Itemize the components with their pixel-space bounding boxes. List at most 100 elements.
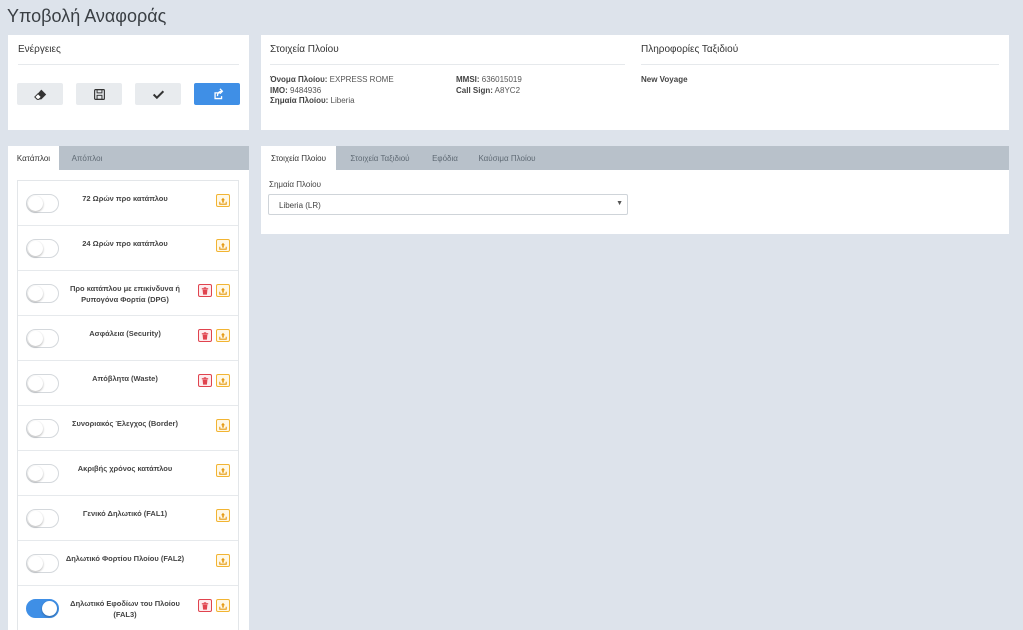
tab-vessel-details[interactable]: Στοιχεία Πλοίου [261,146,336,170]
vessel-callsign-label: Call Sign: [456,85,493,95]
actions-title: Ενέργειες [18,44,61,55]
report-label: 72 Ωρών προ κατάπλου [82,194,168,203]
actions-divider [18,64,239,65]
vessel-details: Όνομα Πλοίου: EXPRESS ROME IMO: 9484936 … [270,75,394,107]
vessel-card: Στοιχεία Πλοίου Πληροφορίες Ταξιδιού Όνο… [261,35,1009,130]
upload-icon [219,287,227,295]
tab-departures[interactable]: Απόπλοι [59,146,115,170]
upload-icon [219,422,227,430]
report-row: Γενικό Δηλωτικό (FAL1) [18,496,238,541]
report-row: Δηλωτικό Φορτίου Πλοίου (FAL2) [18,541,238,586]
vessel-flag-value: Liberia [328,96,355,105]
report-label: Συνοριακός Έλεγχος (Border) [72,419,178,428]
toggle-knob [42,601,57,616]
submit-button[interactable] [194,83,240,105]
form-tabbar: Στοιχεία Πλοίου Στοιχεία Ταξιδιού Εφόδια… [261,146,1009,170]
check-icon [152,90,164,99]
eraser-button[interactable] [17,83,63,105]
voyage-details: New Voyage [641,75,688,86]
trash-icon [201,376,209,385]
upload-button[interactable] [216,374,230,387]
vessel-mmsi-value: 636015019 [479,75,522,84]
report-toggle[interactable] [26,284,59,303]
voyage-divider [641,64,999,65]
validate-button[interactable] [135,83,181,105]
vessel-title: Στοιχεία Πλοίου [270,44,339,55]
report-toggle[interactable] [26,464,59,483]
vessel-flag-label: Σημαία Πλοίου: [270,96,329,105]
toggle-knob [28,511,43,526]
upload-button[interactable] [216,599,230,612]
report-row: Απόβλητα (Waste) [18,361,238,406]
upload-icon [219,332,227,340]
eraser-icon [33,89,46,100]
upload-icon [219,242,227,250]
share-icon [213,87,223,99]
report-toggle[interactable] [26,599,59,618]
delete-button[interactable] [198,599,212,612]
report-label: 24 Ωρών προ κατάπλου [82,239,168,248]
report-row: Συνοριακός Έλεγχος (Border) [18,406,238,451]
report-label: Γενικό Δηλωτικό (FAL1) [82,509,168,518]
report-toggle[interactable] [26,554,59,573]
report-label: Προ κατάπλου με επικίνδυνα ή Ρυπογόνα Φο… [69,284,180,304]
tab-fuel[interactable]: Καύσιμα Πλοίου [466,146,548,170]
trash-icon [201,331,209,340]
report-toggle[interactable] [26,509,59,528]
caret-down-icon: ▼ [616,200,623,207]
report-toggle[interactable] [26,194,59,213]
trash-icon [201,286,209,295]
upload-button[interactable] [216,239,230,252]
delete-button[interactable] [198,329,212,342]
report-label: Απόβλητα (Waste) [92,374,158,383]
upload-button[interactable] [216,329,230,342]
upload-icon [219,467,227,475]
toggle-knob [28,331,43,346]
vessel-name-value: EXPRESS ROME [327,75,394,84]
page-title: Υποβολή Αναφοράς [7,6,167,26]
delete-button[interactable] [198,284,212,297]
vessel-ids: MMSI: 636015019 Call Sign: A8YC2 [456,75,522,96]
voyage-value: New Voyage [641,75,688,84]
upload-icon [219,557,227,565]
toggle-knob [28,421,43,436]
upload-button[interactable] [216,464,230,477]
upload-button[interactable] [216,509,230,522]
tab-voyage-details[interactable]: Στοιχεία Ταξιδιού [336,146,424,170]
tab-supplies[interactable]: Εφόδια [424,146,466,170]
flag-field-label: Σημαία Πλοίου [269,180,321,189]
report-toggle[interactable] [26,239,59,258]
vessel-imo-value: 9484936 [287,85,322,95]
upload-button[interactable] [216,194,230,207]
delete-button[interactable] [198,374,212,387]
flag-select-value: Liberia (LR) [279,201,321,210]
vessel-name-label: Όνομα Πλοίου: [270,75,328,84]
upload-icon [219,377,227,385]
report-row: Δηλωτικό Εφοδίων του Πλοίου (FAL3) [18,586,238,630]
toggle-knob [28,196,43,211]
toggle-knob [28,241,43,256]
floppy-icon [93,88,105,100]
toggle-knob [28,286,43,301]
upload-button[interactable] [216,419,230,432]
toggle-knob [28,466,43,481]
upload-icon [219,602,227,610]
report-label: Δηλωτικό Φορτίου Πλοίου (FAL2) [65,554,185,563]
toggle-knob [28,376,43,391]
upload-icon [219,197,227,205]
upload-button[interactable] [216,554,230,567]
report-toggle[interactable] [26,374,59,393]
upload-button[interactable] [216,284,230,297]
report-label: Ακριβής χρόνος κατάπλου [77,464,173,473]
vessel-divider [270,64,625,65]
save-button[interactable] [76,83,122,105]
report-toggle[interactable] [26,329,59,348]
tab-arrivals[interactable]: Κατάπλοι [8,146,59,170]
vessel-callsign-value: A8YC2 [492,85,521,95]
report-toggle[interactable] [26,419,59,438]
flag-select[interactable]: Liberia (LR) ▼ [268,194,628,215]
report-row: Ασφάλεια (Security) [18,316,238,361]
upload-icon [219,512,227,520]
voyage-title: Πληροφορίες Ταξιδιού [641,44,739,55]
reports-tabbar: Κατάπλοι Απόπλοι [8,146,249,170]
